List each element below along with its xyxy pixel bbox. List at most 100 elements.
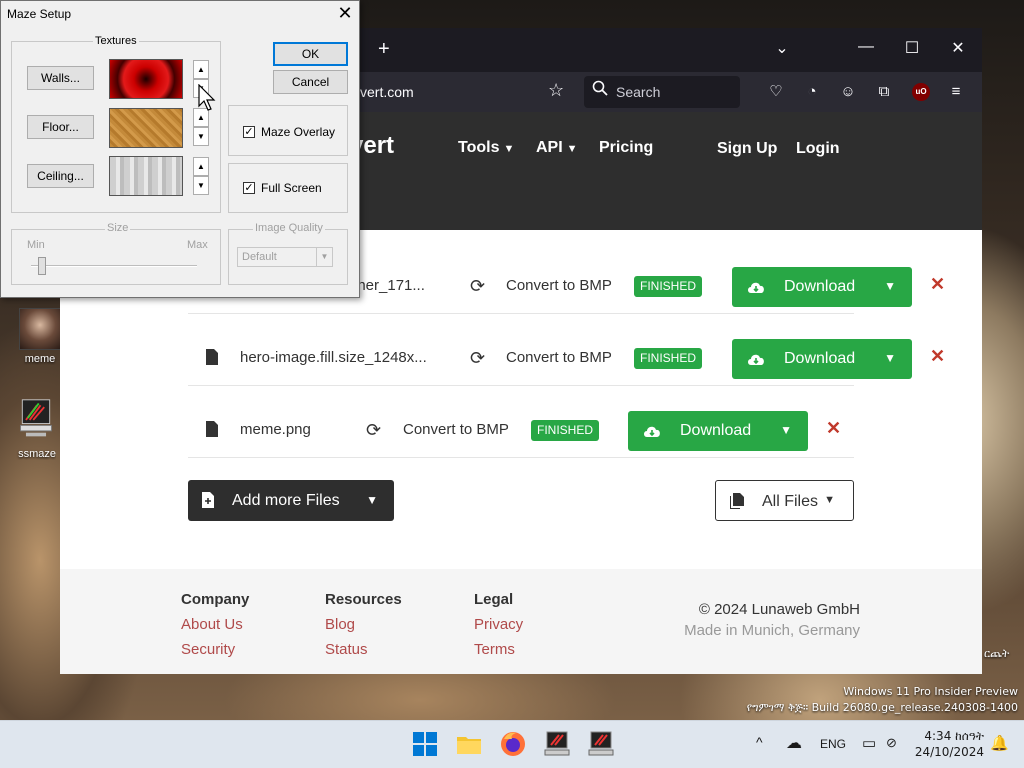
- walls-texture-preview: [109, 59, 183, 99]
- remove-file-icon[interactable]: ✕: [930, 346, 945, 367]
- show-hidden-icons-chevron[interactable]: ^: [756, 734, 763, 750]
- search-box[interactable]: Search: [584, 76, 740, 108]
- minimize-button[interactable]: —: [856, 38, 876, 56]
- status-badge: FINISHED: [531, 420, 600, 441]
- image-quality-value: Default: [242, 251, 277, 263]
- bookmark-star-icon[interactable]: ☆: [548, 80, 564, 101]
- chevron-down-icon[interactable]: ▼: [884, 279, 896, 293]
- nav-signup[interactable]: Sign Up: [717, 140, 777, 158]
- language-indicator[interactable]: ENG: [820, 737, 846, 751]
- address-bar-url[interactable]: vert.com: [360, 84, 414, 100]
- size-label: Size: [105, 222, 131, 234]
- onedrive-offline-icon[interactable]: ☁: [786, 733, 802, 753]
- account-icon[interactable]: ☺: [838, 82, 858, 102]
- textures-label: Textures: [93, 35, 139, 47]
- close-window-button[interactable]: ✕: [948, 38, 968, 58]
- file-icon: [206, 349, 218, 365]
- chevron-down-icon[interactable]: ▼: [780, 423, 792, 437]
- footer-link-terms[interactable]: Terms: [474, 641, 523, 658]
- all-files-label: All Files: [762, 493, 819, 510]
- nav-tools[interactable]: Tools ▼: [458, 139, 514, 157]
- maximize-button[interactable]: ☐: [902, 38, 922, 58]
- refresh-icon[interactable]: ⟳: [470, 276, 485, 297]
- ceiling-spinner[interactable]: ▲ ▼: [193, 157, 209, 197]
- files-icon: [730, 493, 744, 509]
- up-arrow-icon[interactable]: ▲: [193, 157, 209, 176]
- firefox-icon[interactable]: [498, 729, 528, 759]
- refresh-icon[interactable]: ⟳: [470, 348, 485, 369]
- new-tab-button[interactable]: +: [378, 38, 390, 61]
- maze-setup-dialog: Maze Setup ✕ Textures Walls... ▲▼ Floor.…: [0, 0, 360, 298]
- footer-heading: Company: [181, 591, 250, 608]
- tab-list-icon[interactable]: ⌄: [772, 38, 792, 58]
- screensaver-app-icon[interactable]: [542, 729, 572, 759]
- convert-target[interactable]: Convert to BMP: [506, 277, 612, 294]
- volume-muted-icon[interactable]: ⊘: [886, 735, 897, 751]
- dropdown-arrow-icon: ▼: [316, 248, 332, 266]
- download-button[interactable]: Download ▼: [732, 267, 912, 307]
- watermark-line2: የግምገማ ቅጅ። Build 26080.ge_release.240308-…: [746, 701, 1018, 714]
- cloud-download-icon: [748, 282, 764, 293]
- made-in-text: Made in Munich, Germany: [684, 622, 860, 639]
- down-arrow-icon[interactable]: ▼: [193, 127, 209, 146]
- network-icon[interactable]: ▭: [862, 734, 876, 752]
- chevron-down-icon: ▼: [824, 494, 835, 506]
- footer-link-privacy[interactable]: Privacy: [474, 616, 523, 633]
- search-icon: [592, 80, 608, 96]
- floor-button[interactable]: Floor...: [27, 115, 94, 139]
- maze-overlay-checkbox[interactable]: ✓ Maze Overlay: [243, 125, 335, 139]
- screensaver-icon: [20, 399, 52, 437]
- image-quality-select[interactable]: Default ▼: [237, 247, 333, 267]
- ceiling-button[interactable]: Ceiling...: [27, 164, 94, 188]
- ublock-origin-icon[interactable]: uO: [912, 83, 930, 101]
- floor-spinner[interactable]: ▲ ▼: [193, 108, 209, 148]
- image-quality-label: Image Quality: [253, 222, 325, 234]
- convert-target[interactable]: Convert to BMP: [403, 421, 509, 438]
- extension-timer-icon[interactable]: ◔: [802, 82, 822, 102]
- footer-link-blog[interactable]: Blog: [325, 616, 402, 633]
- maze-overlay-label: Maze Overlay: [261, 125, 336, 139]
- cloud-download-icon: [748, 354, 764, 365]
- full-screen-checkbox[interactable]: ✓ Full Screen: [243, 181, 322, 195]
- size-slider-thumb[interactable]: [38, 257, 46, 275]
- chevron-down-icon[interactable]: ▼: [884, 351, 896, 365]
- nav-login[interactable]: Login: [796, 140, 840, 158]
- screensaver-settings-icon[interactable]: [586, 729, 616, 759]
- pocket-icon[interactable]: ♡: [766, 82, 786, 102]
- download-button[interactable]: Download ▼: [628, 411, 808, 451]
- add-more-files-button[interactable]: Add more Files ▼: [188, 480, 394, 521]
- desktop-icon-label: ssmaze: [18, 448, 56, 460]
- walls-button[interactable]: Walls...: [27, 66, 94, 90]
- up-arrow-icon[interactable]: ▲: [193, 60, 209, 79]
- remove-file-icon[interactable]: ✕: [826, 418, 841, 439]
- remove-file-icon[interactable]: ✕: [930, 274, 945, 295]
- footer-link-security[interactable]: Security: [181, 641, 249, 658]
- footer-link-about[interactable]: About Us: [181, 616, 249, 633]
- desktop-icon-ssmaze[interactable]: ssmaze: [6, 398, 66, 460]
- nav-pricing[interactable]: Pricing: [599, 139, 653, 157]
- cloud-download-icon: [644, 426, 660, 437]
- system-clock[interactable]: 4:34 ከሰዓት 24/10/2024: [910, 728, 984, 760]
- file-plus-icon: [202, 492, 214, 508]
- close-icon[interactable]: ✕: [335, 3, 355, 24]
- notification-bell-icon[interactable]: 🔔: [990, 734, 1009, 752]
- file-explorer-icon[interactable]: [454, 729, 484, 759]
- footer-heading: Legal: [474, 591, 514, 608]
- start-windows-icon[interactable]: [410, 729, 440, 759]
- file-row: meme.png ⟳ Convert to BMP FINISHED Downl…: [188, 402, 854, 458]
- desktop-right-label: ርጨት: [984, 648, 1010, 660]
- extensions-icon[interactable]: ⧉: [874, 82, 894, 102]
- menu-icon[interactable]: ≡: [946, 82, 966, 102]
- nav-api[interactable]: API ▼: [536, 139, 578, 157]
- footer-link-status[interactable]: Status: [325, 641, 402, 658]
- ceiling-texture-preview: [109, 156, 183, 196]
- convert-target[interactable]: Convert to BMP: [506, 349, 612, 366]
- ok-button[interactable]: OK: [273, 42, 348, 66]
- size-slider-track[interactable]: [31, 265, 197, 267]
- down-arrow-icon[interactable]: ▼: [193, 176, 209, 195]
- refresh-icon[interactable]: ⟳: [366, 420, 381, 441]
- cancel-button[interactable]: Cancel: [273, 70, 348, 94]
- all-files-button[interactable]: All Files ▼: [715, 480, 854, 521]
- chevron-down-icon: ▼: [366, 493, 378, 507]
- download-button[interactable]: Download ▼: [732, 339, 912, 379]
